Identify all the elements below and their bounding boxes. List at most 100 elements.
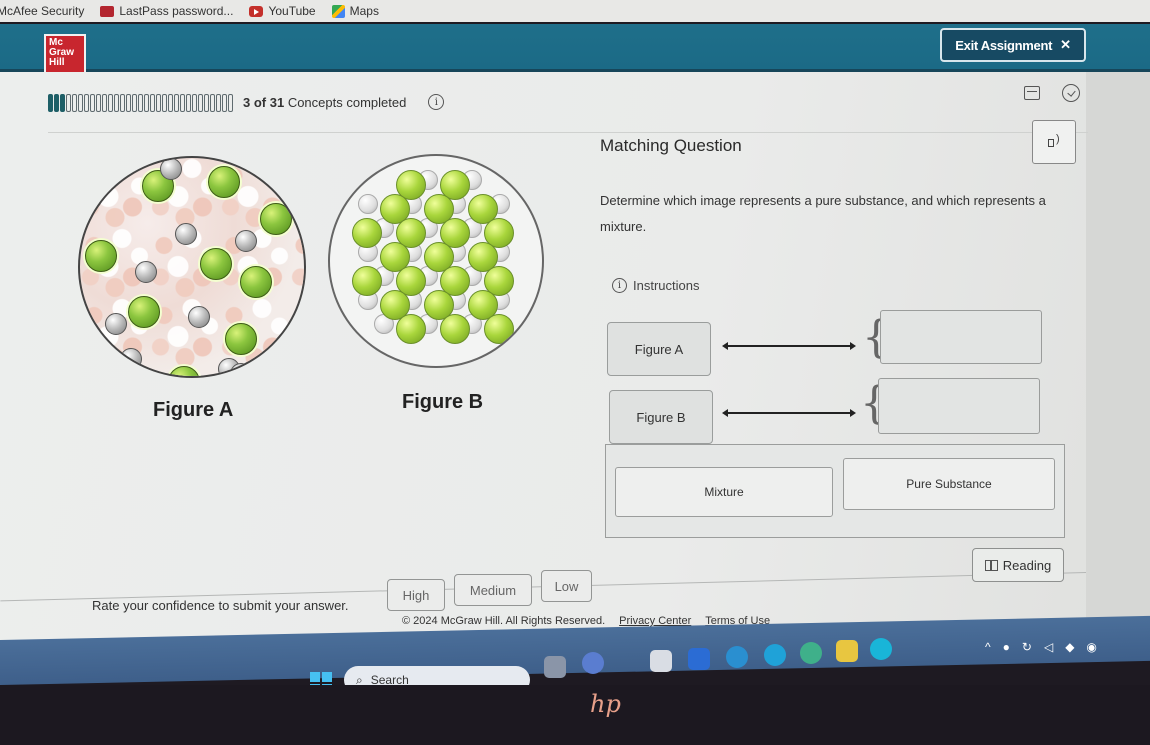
read-aloud-button[interactable] bbox=[1032, 120, 1076, 164]
drop-zone-figure-a[interactable] bbox=[880, 310, 1042, 364]
progress-segment bbox=[48, 94, 53, 112]
grey-particle bbox=[160, 158, 182, 180]
choice-pure-substance[interactable]: Pure Substance bbox=[843, 458, 1055, 510]
progress-segment bbox=[72, 94, 77, 112]
word-icon[interactable] bbox=[688, 648, 710, 670]
browser-icon[interactable] bbox=[800, 642, 822, 664]
system-tray: ^ ● ↻ ◁ ◆ ◉ bbox=[985, 640, 1097, 654]
instructions-link[interactable]: i Instructions bbox=[612, 278, 699, 293]
double-arrow-icon bbox=[722, 409, 856, 417]
progress-segment bbox=[96, 94, 101, 112]
progress-segment bbox=[102, 94, 107, 112]
progress-segment bbox=[222, 94, 227, 112]
exit-assignment-button[interactable]: Exit Assignment ✕ bbox=[940, 28, 1086, 62]
reading-button[interactable]: Reading bbox=[972, 548, 1064, 582]
calendar-icon[interactable] bbox=[1024, 86, 1040, 100]
figure-a-image bbox=[78, 156, 306, 378]
location-icon[interactable]: ◁ bbox=[1044, 640, 1053, 654]
store-icon[interactable] bbox=[650, 650, 672, 672]
progress-segment bbox=[90, 94, 95, 112]
progress-label: Concepts completed bbox=[287, 94, 407, 110]
progress-segment bbox=[174, 94, 179, 112]
chat-icon[interactable] bbox=[582, 652, 604, 674]
cloud-icon[interactable]: ● bbox=[1003, 640, 1010, 654]
youtube-icon bbox=[249, 5, 264, 17]
green-particle bbox=[208, 166, 240, 198]
progress-segment bbox=[114, 94, 119, 112]
confidence-medium-button[interactable]: Medium bbox=[454, 574, 532, 606]
progress-segment bbox=[108, 94, 113, 112]
figure-b-image bbox=[328, 154, 544, 368]
progress-segment bbox=[180, 94, 185, 112]
progress-segment bbox=[60, 94, 65, 112]
concept-progress-bar bbox=[48, 92, 233, 112]
drop-zone-figure-b[interactable] bbox=[878, 378, 1040, 434]
progress-row: 3 of 31 Concepts completed i bbox=[48, 92, 445, 112]
volume-icon[interactable]: ◉ bbox=[1086, 640, 1096, 654]
progress-segment bbox=[192, 94, 197, 112]
sync-icon[interactable]: ↻ bbox=[1022, 640, 1032, 654]
green-particle bbox=[240, 266, 272, 298]
progress-segment bbox=[78, 94, 83, 112]
figure-a-label: Figure A bbox=[153, 399, 234, 421]
bookmark-mcafee[interactable]: McAfee Security bbox=[0, 4, 84, 18]
alexa-icon[interactable] bbox=[764, 644, 786, 666]
green-ion bbox=[484, 314, 514, 344]
grey-particle bbox=[188, 306, 210, 328]
green-ion bbox=[440, 314, 470, 344]
green-ion bbox=[396, 314, 426, 344]
speaker-icon bbox=[1048, 133, 1060, 148]
progress-segment bbox=[138, 94, 143, 112]
bookmark-youtube[interactable]: YouTube bbox=[249, 4, 316, 18]
progress-segment bbox=[162, 94, 167, 112]
bookmark-maps[interactable]: Maps bbox=[331, 4, 379, 18]
progress-segment bbox=[54, 94, 59, 112]
instructions-label: Instructions bbox=[633, 278, 700, 293]
progress-segment bbox=[84, 94, 89, 112]
question-title: Matching Question bbox=[600, 136, 742, 155]
top-tools bbox=[1024, 84, 1080, 102]
question-prompt: Determine which image represents a pure … bbox=[600, 193, 1046, 234]
progress-segment bbox=[144, 94, 149, 112]
security-icon[interactable] bbox=[836, 640, 858, 662]
assignment-page: 3 of 31 Concepts completed i Figure A Fi… bbox=[0, 72, 1150, 640]
double-arrow-icon bbox=[722, 342, 856, 350]
exit-label: Exit Assignment bbox=[955, 37, 1053, 53]
info-icon[interactable]: i bbox=[428, 94, 445, 110]
task-view-icon[interactable] bbox=[544, 656, 566, 678]
green-particle bbox=[225, 323, 257, 355]
bookmark-lastpass[interactable]: LastPass password... bbox=[100, 4, 233, 18]
progress-segment bbox=[66, 94, 71, 112]
chevron-up-icon[interactable]: ^ bbox=[985, 640, 991, 654]
lastpass-icon bbox=[100, 5, 115, 17]
edge-icon[interactable] bbox=[726, 646, 748, 668]
clock-icon[interactable] bbox=[1062, 84, 1080, 102]
info-icon: i bbox=[612, 278, 627, 293]
confidence-high-button[interactable]: High bbox=[387, 579, 445, 611]
grey-particle bbox=[105, 313, 127, 335]
close-icon: ✕ bbox=[1060, 37, 1071, 52]
camera-icon[interactable] bbox=[870, 638, 892, 660]
laptop-bezel bbox=[0, 685, 1150, 745]
progress-text: 3 of 31 Concepts completed bbox=[243, 95, 406, 110]
choice-mixture[interactable]: Mixture bbox=[615, 467, 833, 517]
green-particle bbox=[128, 296, 160, 328]
confidence-low-button[interactable]: Low bbox=[541, 570, 592, 602]
progress-segment bbox=[186, 94, 191, 112]
match-item-figure-a: Figure A bbox=[607, 322, 711, 376]
progress-segment bbox=[210, 94, 215, 112]
grey-particle bbox=[175, 223, 197, 245]
progress-segment bbox=[126, 94, 131, 112]
copyright-text: © 2024 McGraw Hill. All Rights Reserved. bbox=[402, 615, 606, 627]
grey-particle bbox=[235, 230, 257, 252]
progress-segment bbox=[120, 94, 125, 112]
progress-segment bbox=[132, 94, 137, 112]
green-particle bbox=[85, 240, 117, 272]
grey-particle bbox=[120, 348, 142, 370]
green-ion bbox=[352, 218, 382, 248]
reading-label: Reading bbox=[1002, 557, 1052, 573]
grey-particle bbox=[230, 363, 252, 376]
wifi-icon[interactable]: ◆ bbox=[1065, 640, 1074, 654]
particle-background bbox=[80, 158, 304, 376]
progress-segment bbox=[150, 94, 155, 112]
